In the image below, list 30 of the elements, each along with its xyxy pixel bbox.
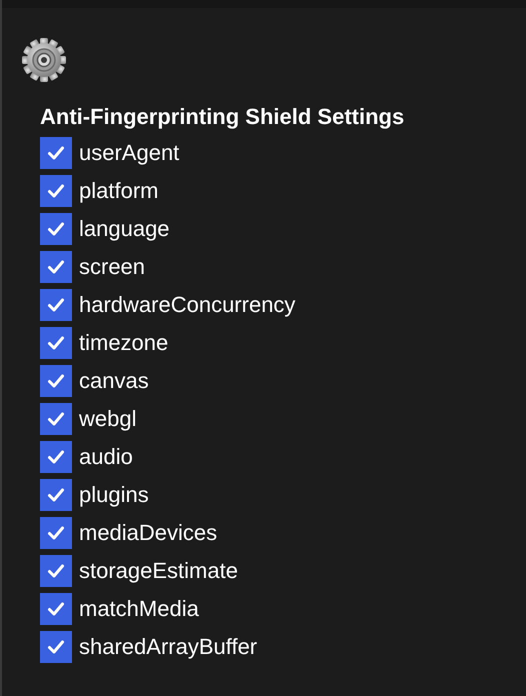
checkbox[interactable] — [40, 403, 72, 435]
checkbox[interactable] — [40, 441, 72, 473]
option-label: sharedArrayBuffer — [79, 634, 258, 660]
option-label: matchMedia — [79, 596, 199, 622]
option-label: plugins — [79, 482, 149, 508]
option-label: mediaDevices — [79, 520, 218, 546]
option-label: language — [79, 216, 170, 242]
checkbox[interactable] — [40, 479, 72, 511]
option-label: userAgent — [79, 140, 180, 166]
checkbox[interactable] — [40, 251, 72, 283]
checkbox[interactable] — [40, 289, 72, 321]
option-label: timezone — [79, 330, 168, 356]
checkbox[interactable] — [40, 593, 72, 625]
checkbox[interactable] — [40, 327, 72, 359]
option-label: audio — [79, 444, 133, 470]
settings-heading: Anti-Fingerprinting Shield Settings — [40, 104, 406, 130]
checkbox[interactable] — [40, 213, 72, 245]
checkbox[interactable] — [40, 137, 72, 169]
option-label: screen — [79, 254, 146, 280]
gear-icon — [21, 37, 67, 83]
checkbox[interactable] — [40, 555, 72, 587]
checkbox[interactable] — [40, 631, 72, 663]
option-label: webgl — [79, 406, 136, 432]
option-label: storageEstimate — [79, 558, 238, 584]
checkbox[interactable] — [40, 365, 72, 397]
option-label: platform — [79, 178, 158, 204]
option-label: canvas — [79, 368, 149, 394]
checkbox[interactable] — [40, 175, 72, 207]
option-label: hardwareConcurrency — [79, 292, 296, 318]
checkbox[interactable] — [40, 517, 72, 549]
